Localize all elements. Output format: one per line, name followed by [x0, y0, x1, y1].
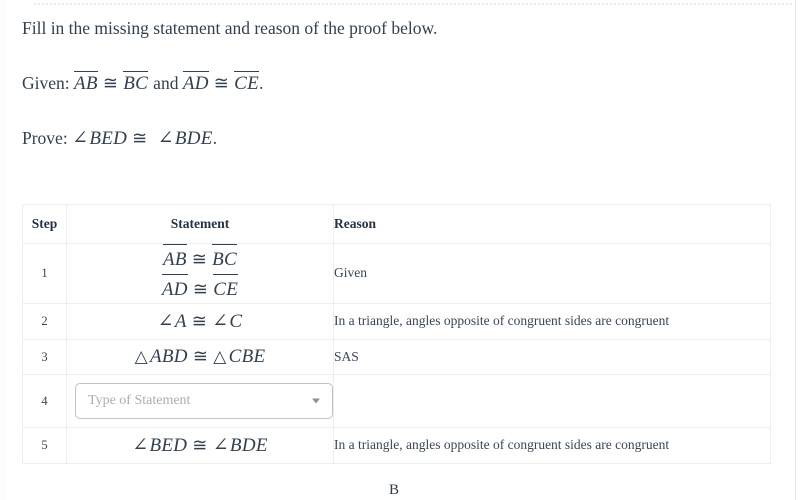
- congruent-symbol: ≅: [192, 278, 209, 299]
- angle-symbol-1: ∠: [72, 127, 89, 149]
- statement-line: AB ≅ BC: [67, 244, 333, 274]
- congruent-symbol-prove: ≅: [132, 127, 148, 148]
- prove-statement: Prove: ∠BED ≅ ∠BDE.: [22, 128, 762, 151]
- proof-table: Step Statement Reason 1 AB ≅ BC AD ≅ CE Give…: [22, 204, 771, 465]
- segment-ad: AD: [182, 71, 209, 94]
- table-row: 4 Type of Statement: [22, 374, 771, 429]
- reason-cell: [333, 374, 771, 429]
- table-row: 2 ∠A ≅ ∠C In a triangle, angles opposite o…: [22, 303, 771, 341]
- given-period: .: [259, 73, 264, 93]
- reason-cell: Given: [333, 242, 771, 305]
- angle-symbol: ∠: [132, 435, 149, 457]
- given-label: Given:: [22, 73, 70, 93]
- table-head: Step Statement Reason: [22, 204, 771, 244]
- angle-c: C: [229, 311, 243, 333]
- angle-symbol: ∠: [212, 435, 229, 457]
- angle-bde: BDE: [174, 127, 213, 149]
- statement-cell: ∠A ≅ ∠C: [66, 303, 334, 341]
- segment-ab: AB: [162, 244, 187, 274]
- top-dotted-divider: [34, 3, 792, 5]
- statement-expression: ∠BED ≅ ∠BDE: [132, 435, 268, 456]
- column-header-step: Step: [22, 204, 67, 244]
- step-number: 3: [22, 339, 67, 376]
- angle-a: A: [174, 311, 187, 333]
- table-row: 1 AB ≅ BC AD ≅ CE Given: [22, 242, 771, 305]
- triangle-cbe: CBE: [228, 346, 266, 368]
- reason-cell: In a triangle, angles opposite of congru…: [333, 303, 771, 341]
- table-header-row: Step Statement Reason: [22, 204, 771, 244]
- statement-type-select[interactable]: Type of Statement: [75, 383, 333, 420]
- given-math-2: AD ≅ CE: [182, 71, 260, 94]
- given-statement: Given: AB ≅ BC and AD ≅ CE.: [22, 71, 762, 96]
- reason-cell: In a triangle, angles opposite of congru…: [333, 427, 771, 465]
- step-number: 2: [22, 303, 67, 341]
- statement-expression: △ ABD ≅ △ CBE: [135, 346, 266, 367]
- table-body: 1 AB ≅ BC AD ≅ CE Given 2 ∠A ≅ ∠C In a triangl…: [22, 242, 771, 465]
- angle-bed: BED: [89, 127, 128, 149]
- congruent-symbol: ≅: [191, 249, 208, 269]
- page-right-edge-rule: [795, 0, 796, 500]
- segment-ce: CE: [213, 273, 239, 304]
- chevron-down-icon: [312, 398, 320, 404]
- segment-ce: CE: [234, 71, 260, 94]
- table-row: 5 ∠BED ≅ ∠BDE In a triangle, angles opposi…: [22, 427, 771, 465]
- congruent-symbol: ≅: [192, 346, 209, 367]
- segment-bc: BC: [212, 244, 238, 274]
- angle-symbol: ∠: [157, 311, 174, 333]
- congruent-symbol-1: ≅: [102, 73, 119, 93]
- given-conjunction: and: [153, 73, 179, 93]
- segment-ab: AB: [74, 71, 98, 94]
- statement-cell: ∠BED ≅ ∠BDE: [66, 427, 334, 465]
- prove-math: ∠BED ≅ ∠BDE: [72, 128, 213, 149]
- step-number: 5: [22, 427, 67, 465]
- angle-symbol-2: ∠: [157, 127, 174, 149]
- statement-cell: AB ≅ BC AD ≅ CE: [66, 242, 334, 305]
- congruent-symbol: ≅: [191, 311, 208, 332]
- statement-cell: △ ABD ≅ △ CBE: [66, 339, 334, 376]
- step-number: 1: [22, 242, 67, 305]
- statement-line: AD ≅ CE: [67, 273, 333, 304]
- given-math: AB ≅ BC: [74, 71, 153, 94]
- prose-block: Fill in the missing statement and reason…: [22, 18, 762, 151]
- angle-bed: BED: [149, 435, 188, 457]
- page-left-edge: [0, 0, 6, 500]
- triangle-abd: ABD: [149, 346, 188, 368]
- table-row: 3 △ ABD ≅ △ CBE SAS: [22, 339, 771, 376]
- instruction-text: Fill in the missing statement and reason…: [22, 18, 438, 38]
- reason-cell: SAS: [333, 339, 771, 376]
- geometry-figure: B: [0, 482, 800, 500]
- triangle-symbol: △: [134, 347, 148, 367]
- segment-bc: BC: [123, 71, 149, 94]
- segment-ad: AD: [161, 273, 188, 304]
- congruent-symbol: ≅: [192, 435, 208, 456]
- figure-vertex-label-b: B: [389, 482, 400, 498]
- angle-bde: BDE: [229, 435, 268, 457]
- column-header-statement: Statement: [66, 204, 334, 244]
- statement-type-select-placeholder: Type of Statement: [88, 393, 191, 409]
- column-header-reason: Reason: [333, 204, 771, 244]
- statement-cell: Type of Statement: [66, 374, 334, 429]
- prove-label: Prove:: [22, 127, 68, 148]
- angle-symbol: ∠: [212, 311, 229, 333]
- statement-expression: ∠A ≅ ∠C: [158, 311, 243, 332]
- triangle-symbol: △: [213, 347, 227, 367]
- prove-period: .: [212, 127, 218, 148]
- congruent-symbol-2: ≅: [213, 73, 230, 93]
- document-page: Fill in the missing statement and reason…: [0, 0, 800, 500]
- step-number: 4: [22, 374, 67, 429]
